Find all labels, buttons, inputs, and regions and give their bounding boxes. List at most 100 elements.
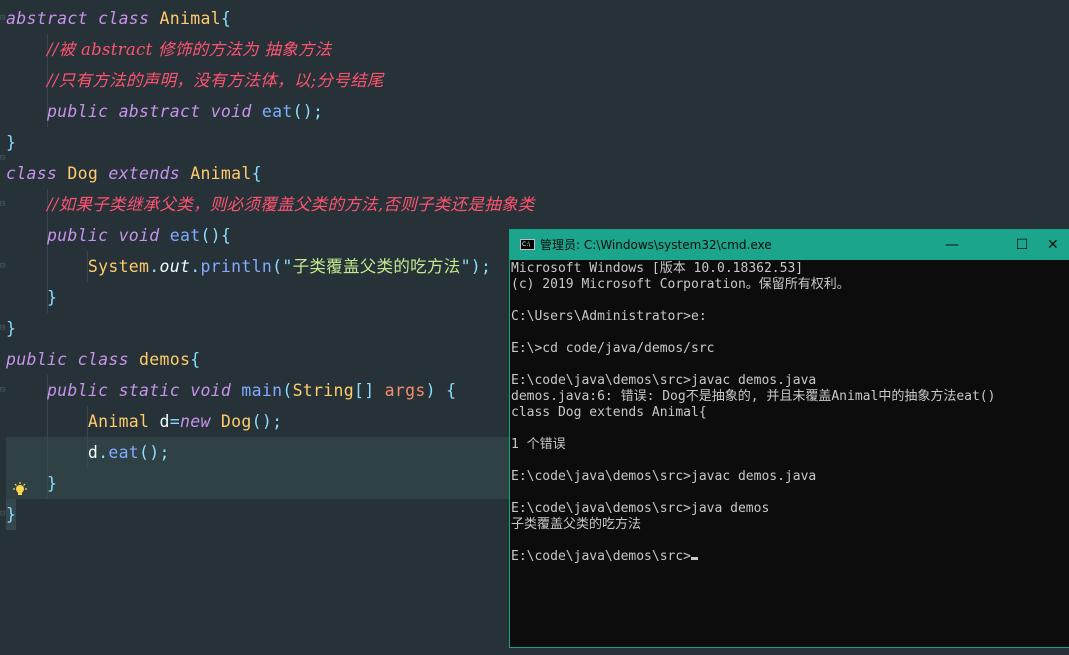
code-line[interactable]: }	[6, 282, 57, 313]
terminal-cursor	[691, 557, 699, 560]
code-token: {	[251, 164, 262, 183]
code-line[interactable]: Animal d=new Dog();	[6, 406, 282, 437]
code-line[interactable]: public class demos{	[6, 344, 200, 375]
cmd-icon: C:\	[520, 239, 535, 250]
code-token: //被 abstract 修饰的方法为 抽象方法	[46, 40, 332, 59]
fold-icon[interactable]: ⊟	[0, 322, 7, 334]
code-token: }	[46, 474, 58, 493]
code-token: extends	[108, 164, 180, 183]
code-token: new	[179, 412, 211, 431]
code-token: }	[6, 319, 17, 338]
code-token: class	[98, 9, 150, 28]
code-token: public	[46, 226, 109, 245]
fold-icon[interactable]: ⊟	[0, 12, 7, 24]
code-token: ();	[251, 412, 283, 431]
code-token: main	[241, 381, 283, 400]
maximize-button[interactable]: ☐	[999, 230, 1045, 260]
terminal-line: C:\Users\Administrator>e:	[511, 309, 707, 324]
code-token: ();	[139, 443, 170, 462]
fold-icon[interactable]: ⊟	[0, 384, 7, 396]
code-token: Dog	[67, 164, 99, 183]
terminal-line: (c) 2019 Microsoft Corporation。保留所有权利。	[511, 277, 850, 292]
code-token: d	[149, 412, 170, 431]
terminal-line: class Dog extends Animal{	[511, 405, 707, 420]
terminal-line: E:\code\java\demos\src>javac demos.java	[511, 469, 817, 484]
code-line[interactable]: public void eat(){	[6, 220, 231, 251]
code-line[interactable]: }	[6, 313, 16, 344]
terminal-line: 1 个错误	[511, 437, 566, 452]
code-token: Dog	[220, 412, 252, 431]
code-token: out	[159, 257, 191, 276]
cmd-title: 管理员: C:\Windows\system32\cmd.exe	[540, 238, 772, 252]
code-token: eat	[108, 443, 140, 462]
cmd-titlebar[interactable]: C:\ 管理员: C:\Windows\system32\cmd.exe — ☐…	[510, 230, 1069, 260]
terminal-line: E:\code\java\demos\src>java demos	[511, 501, 770, 516]
lightbulb-icon[interactable]	[12, 482, 28, 498]
code-token: println	[200, 257, 273, 276]
cmd-output[interactable]: Microsoft Windows [版本 10.0.18362.53] (c) …	[511, 261, 1068, 647]
code-line[interactable]: }	[6, 127, 16, 158]
code-token: public	[46, 381, 109, 400]
code-token: Animal	[190, 164, 252, 183]
cmd-window[interactable]: C:\ 管理员: C:\Windows\system32\cmd.exe — ☐…	[509, 229, 1069, 648]
code-line[interactable]: d.eat();	[6, 437, 170, 468]
code-line[interactable]: //如果子类继承父类，则必须覆盖父类的方法,否则子类还是抽象类	[6, 189, 535, 220]
code-line[interactable]: public abstract void eat();	[6, 96, 323, 127]
code-token: }	[6, 133, 17, 152]
code-token: System	[87, 257, 150, 276]
code-token: {	[190, 350, 201, 369]
fold-icon[interactable]: ⊟	[0, 260, 7, 272]
fold-icon[interactable]: ⊟	[0, 508, 7, 520]
code-token: .	[98, 443, 109, 462]
code-token: 子类覆盖父类的吃方法	[292, 257, 461, 276]
code-token: (	[282, 381, 293, 400]
terminal-line: Microsoft Windows [版本 10.0.18362.53]	[511, 261, 804, 276]
code-token: ();	[292, 102, 324, 121]
code-line[interactable]: abstract class Animal{	[6, 3, 231, 34]
code-token: //只有方法的声明，没有方法体，以;分号结尾	[46, 71, 384, 90]
code-token: []	[353, 381, 375, 400]
code-token: eat	[169, 226, 201, 245]
close-button[interactable]: ✕	[1047, 230, 1069, 260]
code-token: )	[425, 381, 436, 400]
terminal-line: E:\code\java\demos\src>javac demos.java	[511, 373, 817, 388]
code-token: eat	[261, 102, 293, 121]
code-token: class	[6, 164, 58, 183]
code-line[interactable]: }	[6, 499, 16, 530]
code-line[interactable]: System.out.println("子类覆盖父类的吃方法");	[6, 251, 491, 282]
code-line[interactable]: //被 abstract 修饰的方法为 抽象方法	[6, 34, 332, 65]
fold-icon[interactable]: ⊟	[0, 198, 7, 210]
terminal-line: demos.java:6: 错误: Dog不是抽象的, 并且未覆盖Animal中…	[511, 389, 996, 404]
code-token: static	[118, 381, 180, 400]
code-token: =	[169, 412, 180, 431]
fold-icon[interactable]: ⊟	[0, 152, 7, 164]
code-token: }	[6, 505, 17, 524]
code-token: {	[220, 9, 232, 28]
code-line[interactable]: public static void main(String[] args) {	[6, 375, 456, 406]
code-token: //如果子类继承父类，则必须覆盖父类的方法,否则子类还是抽象类	[46, 195, 535, 214]
code-line[interactable]: //只有方法的声明，没有方法体，以;分号结尾	[6, 65, 384, 96]
code-token: public	[46, 102, 109, 121]
code-token: (){	[200, 226, 232, 245]
minimize-button[interactable]: —	[929, 230, 975, 260]
code-token: abstract	[6, 9, 88, 28]
code-line[interactable]: class Dog extends Animal{	[6, 158, 262, 189]
